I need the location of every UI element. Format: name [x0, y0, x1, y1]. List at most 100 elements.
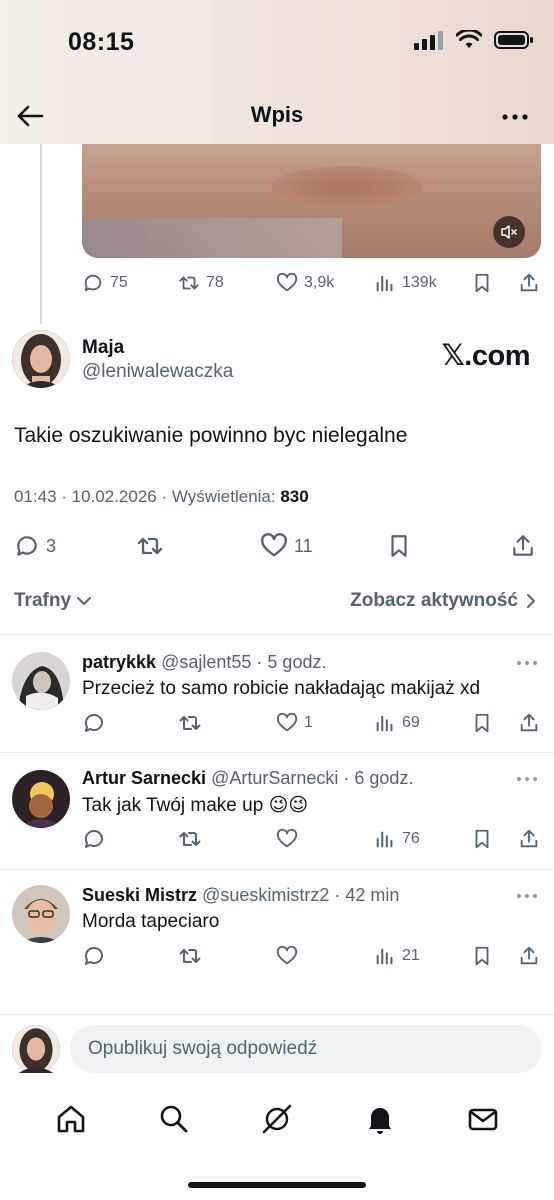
- chevron-right-icon: [527, 594, 535, 608]
- reply-item[interactable]: Artur Sarnecki @ArturSarnecki · 6 godz. …: [0, 752, 554, 869]
- status-bar: 08:15: [0, 0, 554, 88]
- like-button[interactable]: 11: [260, 532, 313, 560]
- mute-button[interactable]: [493, 216, 525, 248]
- mail-icon[interactable]: [466, 1102, 500, 1136]
- author-handle[interactable]: @leniwalewaczka: [82, 361, 233, 383]
- grok-icon[interactable]: [260, 1102, 294, 1136]
- share-icon[interactable]: [518, 712, 540, 734]
- share-icon[interactable]: [518, 272, 540, 294]
- more-icon[interactable]: [500, 102, 530, 132]
- more-icon[interactable]: [516, 891, 538, 901]
- reply-text: Przecież to samo robicie nakładając maki…: [82, 678, 481, 699]
- reply-icon[interactable]: [82, 944, 106, 968]
- views-icon: [376, 948, 393, 965]
- like-button[interactable]: 3,9k: [276, 272, 334, 294]
- views-count: 139k: [402, 274, 437, 291]
- views-count: 69: [402, 714, 420, 731]
- like-icon: [276, 272, 298, 292]
- view-activity-link[interactable]: Zobacz aktywność: [350, 590, 538, 612]
- bookmark-icon[interactable]: [471, 828, 493, 850]
- repost-icon: [179, 276, 199, 290]
- reply-button[interactable]: 75: [82, 272, 128, 294]
- video-frame-shadow: [82, 218, 342, 258]
- author-name[interactable]: Maja: [82, 337, 124, 359]
- search-icon[interactable]: [157, 1102, 191, 1136]
- avatar-photo: [12, 770, 70, 828]
- more-icon[interactable]: [516, 774, 538, 784]
- reply-icon[interactable]: [82, 827, 106, 851]
- reply-avatar[interactable]: [12, 770, 70, 828]
- wifi-icon: [456, 30, 482, 48]
- thread-line: [40, 144, 42, 324]
- reply-action-bar: 1 69: [82, 710, 542, 736]
- views-button[interactable]: 76: [374, 828, 420, 850]
- reply-avatar[interactable]: [12, 885, 70, 943]
- share-icon[interactable]: [518, 945, 540, 967]
- like-button[interactable]: [276, 945, 304, 967]
- share-icon[interactable]: [518, 828, 540, 850]
- reply-count: 75: [110, 274, 128, 291]
- like-count: 11: [294, 535, 313, 556]
- tweet-action-bar: 3 11: [14, 532, 540, 560]
- views-icon: [376, 275, 393, 292]
- speaker-muted-icon: [501, 225, 517, 239]
- views-button[interactable]: 139k: [374, 272, 437, 294]
- page-title: Wpis: [250, 102, 304, 127]
- reply-author-name[interactable]: Artur Sarnecki: [82, 768, 206, 788]
- battery-icon: [494, 31, 533, 49]
- like-icon: [276, 945, 298, 965]
- reply-author-handle[interactable]: @ArturSarnecki: [211, 768, 338, 788]
- reply-item[interactable]: Sueski Mistrz @sueskimistrz2 · 42 min Mo…: [0, 869, 554, 987]
- video-media[interactable]: [82, 144, 541, 258]
- reply-time: · 42 min: [334, 885, 400, 905]
- reply-header: Artur Sarnecki @ArturSarnecki · 6 godz.: [82, 768, 413, 789]
- reply-author-name[interactable]: patrykkk: [82, 652, 156, 672]
- reply-input[interactable]: [70, 1025, 542, 1073]
- avatar-photo: [12, 885, 70, 943]
- reply-icon[interactable]: [82, 711, 106, 735]
- repost-button[interactable]: 78: [178, 272, 224, 294]
- home-icon[interactable]: [54, 1102, 88, 1136]
- like-button[interactable]: 1: [276, 712, 313, 734]
- like-count: 1: [304, 714, 313, 731]
- bookmark-icon[interactable]: [471, 712, 493, 734]
- compose-bar: [0, 1014, 554, 1086]
- status-icons: [414, 30, 534, 50]
- activity-label: Zobacz aktywność: [350, 590, 518, 611]
- share-icon[interactable]: [510, 532, 536, 560]
- bookmark-icon[interactable]: [471, 272, 493, 294]
- tweet-timestamp: 01:43 · 10.02.2026 · Wyświetlenia:: [14, 487, 281, 506]
- views-count: 76: [402, 830, 420, 847]
- reply-author-handle[interactable]: @sajlent55: [161, 652, 251, 672]
- tweet-meta: 01:43 · 10.02.2026 · Wyświetlenia: 830: [14, 487, 309, 507]
- reply-avatar[interactable]: [12, 652, 70, 710]
- reply-count: 3: [46, 535, 57, 556]
- home-indicator: [188, 1182, 366, 1188]
- status-time: 08:15: [68, 28, 135, 56]
- bell-icon[interactable]: [363, 1102, 397, 1136]
- current-user-avatar[interactable]: [12, 1025, 60, 1073]
- more-icon[interactable]: [516, 658, 538, 668]
- repost-icon[interactable]: [178, 711, 202, 735]
- views-button[interactable]: 69: [374, 712, 420, 734]
- reply-text: Tak jak Twój make up 😉😉: [82, 795, 309, 816]
- reply-author-name[interactable]: Sueski Mistrz: [82, 885, 197, 905]
- like-icon: [261, 533, 287, 557]
- views-icon: [376, 831, 393, 848]
- sort-dropdown[interactable]: Trafny: [14, 590, 93, 612]
- reply-icon: [17, 536, 37, 556]
- reply-item[interactable]: patrykkk @sajlent55 · 5 godz. Przecież t…: [0, 634, 554, 752]
- reply-author-handle[interactable]: @sueskimistrz2: [202, 885, 329, 905]
- reply-button[interactable]: 3: [14, 533, 56, 559]
- author-avatar[interactable]: [12, 330, 70, 388]
- views-button[interactable]: 21: [374, 945, 420, 967]
- like-button[interactable]: [276, 828, 304, 850]
- repost-icon[interactable]: [178, 827, 202, 851]
- reply-text: Morda tapeciaro: [82, 911, 220, 932]
- repost-icon[interactable]: [178, 944, 202, 968]
- views-count: 21: [402, 947, 420, 964]
- bookmark-icon[interactable]: [386, 532, 412, 560]
- repost-icon[interactable]: [136, 532, 164, 560]
- bookmark-icon[interactable]: [471, 945, 493, 967]
- tweet-view-count[interactable]: 830: [280, 487, 308, 506]
